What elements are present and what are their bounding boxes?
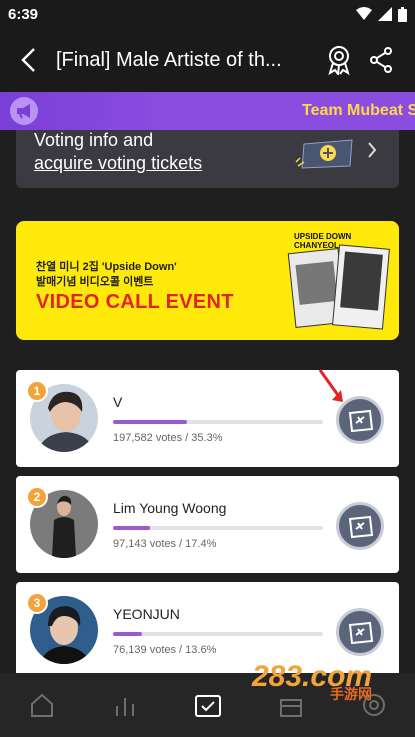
artist-name: Lim Young Woong xyxy=(113,500,227,516)
ticket-vote-icon xyxy=(348,515,374,538)
arrow-left-icon xyxy=(21,48,35,72)
nav-home[interactable] xyxy=(17,680,67,730)
page-title: [Final] Male Artiste of th... xyxy=(56,48,282,71)
vote-count: 197,582 votes / 35.3% xyxy=(113,432,223,444)
vote-check-icon xyxy=(194,695,221,717)
status-icons xyxy=(356,6,407,22)
vote-button[interactable] xyxy=(336,608,384,656)
appbar-actions xyxy=(325,45,415,75)
app-bar: [Final] Male Artiste of th... xyxy=(0,28,415,92)
rank-badge: 2 xyxy=(26,486,48,508)
avatar: 2 xyxy=(26,486,98,558)
album-cover-image: UPSIDE DOWN CHANYEOL xyxy=(286,229,392,335)
vote-progress-fill xyxy=(113,420,188,424)
vote-progress-bar xyxy=(113,632,323,636)
content-area[interactable]: Voting info and acquire voting tickets 찬… xyxy=(0,130,415,673)
ticket-icon xyxy=(295,139,353,169)
promo-subtitle-2: 발매기념 비디오콜 이벤트 xyxy=(36,276,154,288)
voting-tickets-link[interactable]: acquire voting tickets xyxy=(34,153,202,174)
wifi-icon xyxy=(356,7,372,20)
album-title-text: UPSIDE DOWN xyxy=(294,232,352,241)
artist-name: V xyxy=(113,394,123,410)
vote-progress-fill xyxy=(113,526,150,530)
avatar: 1 xyxy=(26,380,98,452)
voting-info-card[interactable]: Voting info and acquire voting tickets xyxy=(16,130,399,188)
vote-count: 76,139 votes / 13.6% xyxy=(113,644,217,656)
site-watermark: 283.com 手游网 xyxy=(252,660,392,702)
megaphone-icon xyxy=(10,97,38,125)
status-time: 6:39 xyxy=(8,5,39,23)
vote-progress-bar xyxy=(113,526,323,530)
back-button[interactable] xyxy=(0,28,56,92)
promo-subtitle-1: 찬열 미니 2집 'Upside Down' xyxy=(36,261,177,273)
watermark-sub: 手游网 xyxy=(330,686,372,702)
avatar: 3 xyxy=(26,592,98,664)
chart-icon xyxy=(115,698,134,716)
voting-info-title: Voting info and xyxy=(34,130,154,150)
award-icon[interactable] xyxy=(325,45,353,75)
rank-badge: 3 xyxy=(26,592,48,614)
chevron-right-icon xyxy=(368,142,377,158)
ticket-vote-icon xyxy=(348,409,374,432)
vote-count: 97,143 votes / 17.4% xyxy=(113,538,217,550)
vote-progress-bar xyxy=(113,420,323,424)
promo-title: VIDEO CALL EVENT xyxy=(36,291,234,313)
rank-badge: 1 xyxy=(26,380,48,402)
album-artist-text: CHANYEOL xyxy=(294,241,339,250)
status-bar: 6:39 xyxy=(0,0,415,28)
ranking-card-1[interactable]: 1 V 197,582 votes / 35.3% xyxy=(16,369,399,467)
home-icon xyxy=(30,693,53,717)
vote-progress-fill xyxy=(113,632,142,636)
signal-icon xyxy=(378,7,392,21)
nav-chart[interactable] xyxy=(100,680,150,730)
ranking-card-2[interactable]: 2 Lim Young Woong 97,143 votes / 17.4% xyxy=(16,476,399,573)
pointer-arrow-icon xyxy=(318,369,343,402)
share-icon[interactable] xyxy=(369,47,393,73)
announcement-banner[interactable]: Team Mubeat S xyxy=(0,92,415,130)
nav-vote[interactable] xyxy=(183,680,233,730)
battery-icon xyxy=(398,6,407,22)
promo-banner[interactable]: 찬열 미니 2집 'Upside Down' 발매기념 비디오콜 이벤트 VID… xyxy=(16,221,399,340)
ticket-vote-icon xyxy=(348,621,374,644)
vote-button[interactable] xyxy=(336,502,384,550)
banner-text: Team Mubeat S xyxy=(302,102,415,119)
artist-name: YEONJUN xyxy=(113,606,180,622)
